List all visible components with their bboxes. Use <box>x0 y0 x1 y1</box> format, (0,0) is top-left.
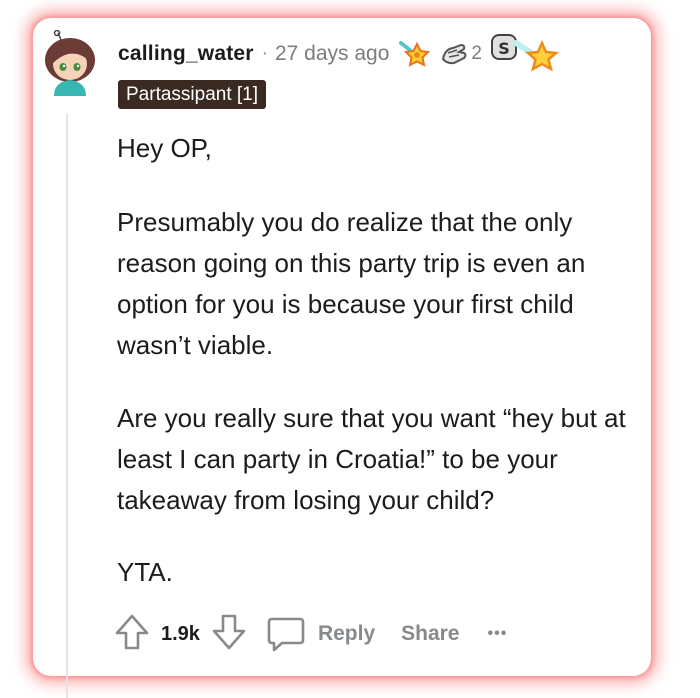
avatar[interactable] <box>42 30 98 96</box>
username[interactable]: calling_water <box>118 42 254 66</box>
vote-count: 1.9k <box>161 622 200 645</box>
thread-line[interactable] <box>66 113 68 698</box>
timestamp[interactable]: 27 days ago <box>275 42 389 66</box>
reply-button[interactable]: Reply <box>266 615 375 653</box>
award-count: 2 <box>471 43 482 64</box>
comment-action-bar: 1.9k Reply Share ••• <box>113 612 507 656</box>
rocket-star-award-icon[interactable] <box>397 37 431 71</box>
comment-icon <box>267 617 305 652</box>
more-icon[interactable]: ••• <box>488 625 508 643</box>
meta-separator: · <box>261 43 268 64</box>
silver-star-award-icon[interactable]: S <box>490 33 560 75</box>
upvote-icon[interactable] <box>113 612 151 657</box>
svg-text:S: S <box>498 39 510 58</box>
comment-paragraph: YTA. <box>117 557 173 587</box>
user-flair: Partassipant [1] <box>118 80 267 109</box>
comment-paragraph: Are you really sure that you want “hey b… <box>117 403 626 515</box>
comment-meta: calling_water · 27 days ago 2 S <box>118 33 560 75</box>
comment-paragraph: Hey OP, <box>117 133 212 163</box>
share-button[interactable]: Share <box>401 622 459 646</box>
helping-hand-award-icon[interactable]: 2 <box>439 39 482 69</box>
downvote-icon[interactable] <box>210 612 248 657</box>
comment-paragraph: Presumably you do realize that the only … <box>117 207 586 360</box>
reply-label: Reply <box>317 622 376 645</box>
share-label: Share <box>401 622 460 645</box>
